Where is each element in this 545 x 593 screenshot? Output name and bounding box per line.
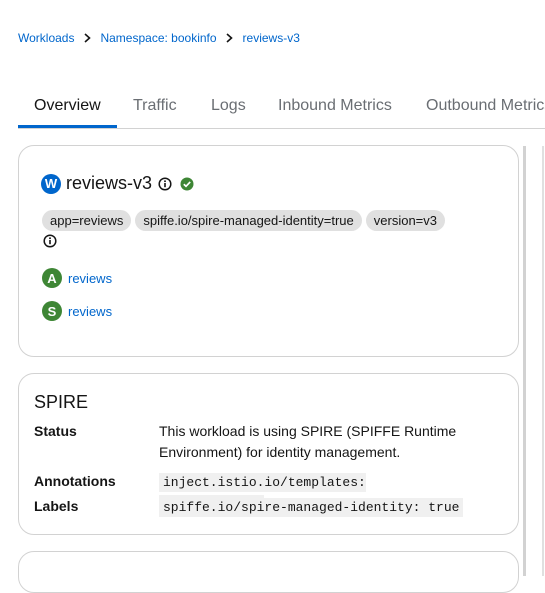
service-badge: S <box>42 301 62 321</box>
breadcrumb-namespace[interactable]: Namespace: bookinfo <box>100 31 216 45</box>
service-link[interactable]: reviews <box>68 304 112 319</box>
breadcrumb: Workloads Namespace: bookinfo reviews-v3 <box>18 31 300 45</box>
label-chip: version=v3 <box>365 210 445 231</box>
status-term: Status <box>34 423 77 439</box>
app-link[interactable]: reviews <box>68 271 112 286</box>
chevron-right-icon <box>217 33 243 43</box>
breadcrumb-workloads[interactable]: Workloads <box>18 31 74 45</box>
scrollbar[interactable] <box>523 146 526 576</box>
service-link-row: S reviews <box>42 301 112 321</box>
label-chip: app=reviews <box>42 210 132 231</box>
tab-inbound-metrics[interactable]: Inbound Metrics <box>278 88 392 128</box>
chevron-right-icon <box>74 33 100 43</box>
check-circle-icon <box>180 177 194 191</box>
side-panel-edge <box>542 146 544 576</box>
workload-overview-card: W reviews-v3 app=reviews spiffe.io/spire… <box>18 145 519 357</box>
tab-logs[interactable]: Logs <box>211 88 246 128</box>
tab-outbound-metrics[interactable]: Outbound Metrics <box>426 88 545 128</box>
tab-overview[interactable]: Overview <box>34 88 101 128</box>
active-tab-indicator <box>18 125 117 128</box>
annotations-term: Annotations <box>34 473 116 489</box>
labels-value-wrap: spiffe.io/spire-managed-identity: true <box>159 496 479 518</box>
tab-traffic[interactable]: Traffic <box>133 88 177 128</box>
spire-card: SPIRE Status This workload is using SPIR… <box>18 373 519 535</box>
app-badge: A <box>42 268 62 288</box>
labels-value: spiffe.io/spire-managed-identity: true <box>159 498 464 517</box>
label-chip: spiffe.io/spire-managed-identity=true <box>135 210 362 231</box>
additional-card <box>18 551 519 593</box>
breadcrumb-current[interactable]: reviews-v3 <box>243 31 300 45</box>
app-link-row: A reviews <box>42 268 112 288</box>
tab-bar: Overview Traffic Logs Inbound Metrics Ou… <box>18 88 545 129</box>
workload-title-row: W reviews-v3 <box>41 173 194 194</box>
status-value: This workload is using SPIRE (SPIFFE Run… <box>159 423 457 460</box>
labels-info-icon[interactable] <box>43 234 57 248</box>
workload-badge: W <box>41 173 61 194</box>
info-icon[interactable] <box>158 176 172 191</box>
workload-name: reviews-v3 <box>66 173 153 193</box>
labels-term: Labels <box>34 498 79 514</box>
workload-labels: app=reviews spiffe.io/spire-managed-iden… <box>42 210 445 231</box>
spire-title: SPIRE <box>34 392 89 412</box>
